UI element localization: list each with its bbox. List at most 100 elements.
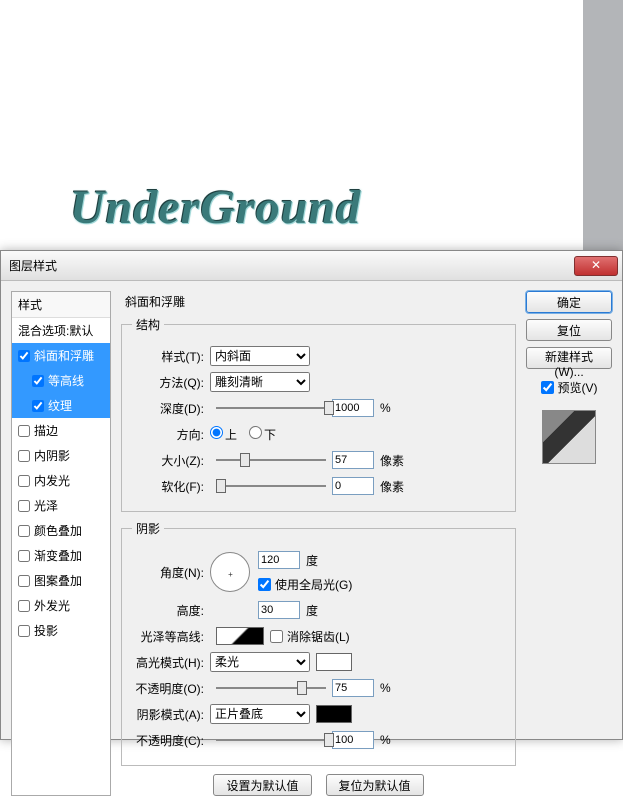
style-checkbox-3[interactable] xyxy=(18,425,30,437)
preview-checkbox[interactable] xyxy=(541,381,554,394)
styles-list: 样式 混合选项:默认 斜面和浮雕等高线纹理描边内阴影内发光光泽颜色叠加渐变叠加图… xyxy=(11,291,111,796)
style-label-1: 等高线 xyxy=(48,372,84,389)
size-label: 大小(Z): xyxy=(132,452,210,469)
soften-input[interactable] xyxy=(332,477,374,495)
style-item-6[interactable]: 光泽 xyxy=(12,493,110,518)
reset-default-button[interactable]: 复位为默认值 xyxy=(326,774,424,796)
highlight-opacity-input[interactable] xyxy=(332,679,374,697)
angle-widget[interactable]: + xyxy=(210,552,250,592)
depth-input[interactable] xyxy=(332,399,374,417)
pct-1: % xyxy=(380,681,391,695)
depth-slider[interactable] xyxy=(216,400,326,416)
right-panel: 确定 复位 新建样式(W)... 预览(V) xyxy=(526,291,612,796)
soften-slider[interactable] xyxy=(216,478,326,494)
style-item-1[interactable]: 等高线 xyxy=(12,368,110,393)
angle-input[interactable] xyxy=(258,551,300,569)
size-unit: 像素 xyxy=(380,452,404,469)
new-style-button[interactable]: 新建样式(W)... xyxy=(526,347,612,369)
gloss-contour-picker[interactable] xyxy=(216,627,264,645)
style-item-8[interactable]: 渐变叠加 xyxy=(12,543,110,568)
highlight-color-swatch[interactable] xyxy=(316,653,352,671)
style-label-4: 内阴影 xyxy=(34,447,70,464)
style-item-5[interactable]: 内发光 xyxy=(12,468,110,493)
style-checkbox-8[interactable] xyxy=(18,550,30,562)
angle-label: 角度(N): xyxy=(132,564,210,581)
global-light-checkbox[interactable] xyxy=(258,578,271,591)
style-checkbox-2[interactable] xyxy=(32,400,44,412)
styles-header: 样式 xyxy=(12,292,110,318)
direction-down[interactable]: 下 xyxy=(249,426,276,443)
close-button[interactable]: ✕ xyxy=(574,256,618,276)
structure-legend: 结构 xyxy=(132,316,164,333)
dialog-title: 图层样式 xyxy=(9,257,57,274)
style-label: 样式(T): xyxy=(132,348,210,365)
style-checkbox-6[interactable] xyxy=(18,500,30,512)
style-checkbox-10[interactable] xyxy=(18,600,30,612)
depth-label: 深度(D): xyxy=(132,400,210,417)
shadow-opacity-slider[interactable] xyxy=(216,732,326,748)
shadow-mode-select[interactable]: 正片叠底 xyxy=(210,704,310,724)
style-label-7: 颜色叠加 xyxy=(34,522,82,539)
soften-unit: 像素 xyxy=(380,478,404,495)
style-checkbox-9[interactable] xyxy=(18,575,30,587)
shadow-opacity-input[interactable] xyxy=(332,731,374,749)
style-checkbox-4[interactable] xyxy=(18,450,30,462)
size-input[interactable] xyxy=(332,451,374,469)
style-label-0: 斜面和浮雕 xyxy=(34,347,94,364)
style-checkbox-11[interactable] xyxy=(18,625,30,637)
ok-button[interactable]: 确定 xyxy=(526,291,612,313)
style-label-9: 图案叠加 xyxy=(34,572,82,589)
dialog-titlebar[interactable]: 图层样式 ✕ xyxy=(1,251,622,281)
sample-text: UnderGround xyxy=(70,180,361,235)
blend-options-item[interactable]: 混合选项:默认 xyxy=(12,318,110,343)
canvas-area: UnderGround xyxy=(0,0,623,265)
direction-label: 方向: xyxy=(132,426,210,443)
style-item-7[interactable]: 颜色叠加 xyxy=(12,518,110,543)
direction-down-radio[interactable] xyxy=(249,426,262,439)
style-label-10: 外发光 xyxy=(34,597,70,614)
style-checkbox-7[interactable] xyxy=(18,525,30,537)
style-select[interactable]: 内斜面 xyxy=(210,346,310,366)
direction-up[interactable]: 上 xyxy=(210,426,237,443)
highlight-opacity-label: 不透明度(O): xyxy=(132,680,210,697)
preview-swatch xyxy=(542,410,596,464)
soften-label: 软化(F): xyxy=(132,478,210,495)
make-default-button[interactable]: 设置为默认值 xyxy=(213,774,311,796)
shading-fieldset: 阴影 角度(N): + 度 使用全局光(G) xyxy=(121,520,516,766)
shadow-color-swatch[interactable] xyxy=(316,705,352,723)
main-group-title: 斜面和浮雕 xyxy=(125,293,516,310)
style-item-2[interactable]: 纹理 xyxy=(12,393,110,418)
direction-up-radio[interactable] xyxy=(210,426,223,439)
style-checkbox-1[interactable] xyxy=(32,375,44,387)
technique-select[interactable]: 雕刻清晰 xyxy=(210,372,310,392)
style-item-4[interactable]: 内阴影 xyxy=(12,443,110,468)
preview-label: 预览(V) xyxy=(558,379,598,396)
structure-fieldset: 结构 样式(T): 内斜面 方法(Q): 雕刻清晰 深度(D): % 方向: xyxy=(121,316,516,512)
style-label-8: 渐变叠加 xyxy=(34,547,82,564)
style-item-3[interactable]: 描边 xyxy=(12,418,110,443)
style-item-9[interactable]: 图案叠加 xyxy=(12,568,110,593)
pct-2: % xyxy=(380,733,391,747)
technique-label: 方法(Q): xyxy=(132,374,210,391)
style-item-10[interactable]: 外发光 xyxy=(12,593,110,618)
altitude-input[interactable] xyxy=(258,601,300,619)
anti-alias-label: 消除锯齿(L) xyxy=(287,628,350,645)
global-light-label: 使用全局光(G) xyxy=(275,576,352,593)
highlight-mode-select[interactable]: 柔光 xyxy=(210,652,310,672)
style-item-11[interactable]: 投影 xyxy=(12,618,110,643)
altitude-unit: 度 xyxy=(306,602,318,619)
layer-style-dialog: 图层样式 ✕ 样式 混合选项:默认 斜面和浮雕等高线纹理描边内阴影内发光光泽颜色… xyxy=(0,250,623,740)
size-slider[interactable] xyxy=(216,452,326,468)
style-label-3: 描边 xyxy=(34,422,58,439)
style-item-0[interactable]: 斜面和浮雕 xyxy=(12,343,110,368)
style-checkbox-5[interactable] xyxy=(18,475,30,487)
blend-options-label: 混合选项:默认 xyxy=(18,322,93,339)
highlight-opacity-slider[interactable] xyxy=(216,680,326,696)
angle-unit: 度 xyxy=(306,552,318,569)
highlight-mode-label: 高光模式(H): xyxy=(132,654,210,671)
style-label-6: 光泽 xyxy=(34,497,58,514)
cancel-button[interactable]: 复位 xyxy=(526,319,612,341)
anti-alias-checkbox[interactable] xyxy=(270,630,283,643)
style-checkbox-0[interactable] xyxy=(18,350,30,362)
shading-legend: 阴影 xyxy=(132,520,164,537)
